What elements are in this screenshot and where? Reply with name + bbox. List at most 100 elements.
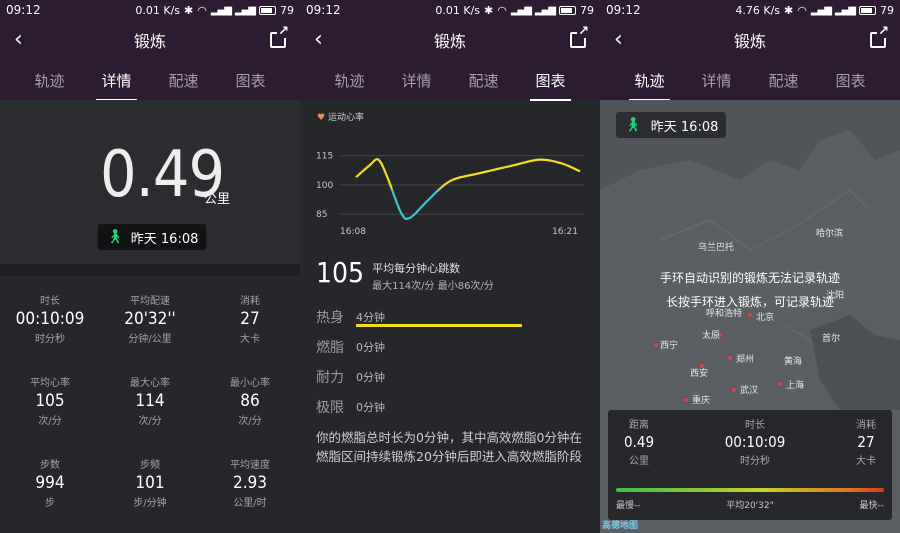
panel-stat-value: 00:10:09: [724, 433, 786, 451]
tab-track[interactable]: 轨迹: [32, 66, 66, 95]
tab-details[interactable]: 详情: [96, 66, 137, 101]
speed-slowest: 最慢--: [616, 501, 641, 511]
city-dot: [684, 398, 688, 402]
battery-icon: [559, 5, 576, 15]
status-time: 09:12: [6, 3, 41, 17]
share-icon[interactable]: [570, 25, 590, 48]
stat-label: 步频: [140, 460, 160, 471]
message-line-1: 手环自动识别的锻炼无法记录轨迹: [659, 271, 840, 285]
stat-value: 101: [135, 473, 165, 493]
zone-name: 耐力: [316, 370, 344, 386]
stat-label: 平均配速: [130, 296, 170, 307]
x-tick-label: 16:08: [340, 227, 366, 237]
stat-unit: 时分秒: [35, 334, 65, 345]
zone-fatburn: 燃脂 0分钟: [316, 332, 385, 362]
back-chevron-left-icon[interactable]: ‹: [614, 29, 638, 51]
battery-icon: [859, 5, 876, 15]
tab-bar: 轨迹 详情 配速 图表: [0, 60, 300, 101]
x-tick-label: 16:21: [552, 227, 578, 237]
signal-icon-2: ▂▄▆: [234, 4, 256, 16]
zone-limit: 极限 0分钟: [316, 392, 385, 422]
tab-bar: 轨迹 详情 配速 图表: [300, 60, 600, 101]
share-icon[interactable]: [870, 25, 890, 48]
zone-warmup: 热身 4分钟: [316, 302, 522, 332]
city-label: 黄海: [784, 357, 803, 367]
tab-details[interactable]: 详情: [699, 66, 733, 95]
stat-label: 平均速度: [230, 460, 270, 471]
panel-stat-unit: 公里: [629, 456, 650, 467]
map-view[interactable]: 🚶︎ 昨天 16:08 乌兰巴托 哈尔滨 呼和浩特 北京 沈阳 太原 首尔 西宁…: [600, 100, 900, 533]
nav-bar: ‹ 锻炼: [600, 20, 900, 60]
bluetooth-icon: ✱: [784, 3, 794, 17]
stat-value: 00:10:09: [15, 309, 85, 329]
signal-icon: ▂▄▆: [510, 4, 532, 16]
stat-max-hr: 最大心率 114 次/分: [100, 364, 200, 446]
hr-chart-title-text: 运动心率: [327, 113, 364, 123]
walking-icon: 🚶︎: [624, 117, 642, 133]
status-bar: 09:12 4.76 K/s ✱ ◠ ▂▄▆ ▂▄▆ 79: [600, 0, 900, 20]
header: 09:12 0.01 K/s ✱ ◠ ▂▄▆ ▂▄▆ 79 ‹ 锻炼 轨迹 详情: [300, 0, 600, 101]
city-label: 武汉: [740, 386, 759, 396]
fat-burn-note: 你的燃脂总时长为0分钟，其中高效燃脂0分钟在燃脂区间持续锻炼20分钟后即进入高效…: [316, 430, 582, 464]
city-label: 太原: [702, 331, 721, 341]
stat-unit: 分钟/公里: [128, 334, 172, 345]
stat-value: 105: [35, 391, 65, 411]
back-chevron-left-icon[interactable]: ‹: [314, 29, 338, 51]
header: 09:12 0.01 K/s ✱ ◠ ▂▄▆ ▂▄▆ 79 ‹ 锻炼 轨迹 详情: [0, 0, 300, 101]
message-line-2: 长按手环进入锻炼，可记录轨迹: [665, 295, 834, 309]
net-speed: 0.01 K/s: [135, 3, 181, 17]
panel-stat-unit: 时分秒: [740, 456, 771, 467]
stat-unit: 步/分钟: [133, 498, 167, 509]
tab-chart[interactable]: 图表: [530, 66, 571, 101]
stat-label: 步数: [40, 460, 60, 471]
tab-track[interactable]: 轨迹: [629, 66, 670, 101]
avg-hr-text: 平均每分钟心跳数 最大114次/分 最小86次/分: [372, 260, 494, 292]
tab-chart[interactable]: 图表: [833, 66, 867, 95]
tab-pace[interactable]: 配速: [166, 66, 200, 95]
bluetooth-icon: ✱: [484, 3, 494, 17]
heart-rate-chart: 115 100 85 16:08 16:21: [316, 152, 584, 237]
walking-icon: 🚶︎: [106, 229, 124, 245]
divider: [0, 264, 300, 276]
stat-label: 最大心率: [130, 378, 170, 389]
tab-pace[interactable]: 配速: [466, 66, 500, 95]
zone-value: 0分钟: [356, 371, 385, 384]
stat-unit: 次/分: [138, 416, 162, 427]
y-tick-label: 100: [316, 181, 333, 191]
zone-value: 0分钟: [356, 401, 385, 414]
header: 09:12 4.76 K/s ✱ ◠ ▂▄▆ ▂▄▆ 79 ‹ 锻炼 轨迹 详情: [600, 0, 900, 101]
track-screen: 09:12 4.76 K/s ✱ ◠ ▂▄▆ ▂▄▆ 79 ‹ 锻炼 轨迹 详情: [600, 0, 900, 533]
stat-cadence: 步频 101 步/分钟: [100, 446, 200, 528]
wifi-icon: ◠: [197, 3, 207, 17]
bluetooth-icon: ✱: [184, 3, 194, 17]
summary-panel: 距离 0.49 公里 时长 00:10:09 时分秒 消耗 27 大卡 最慢--…: [608, 410, 892, 520]
tab-track[interactable]: 轨迹: [332, 66, 366, 95]
tab-bar: 轨迹 详情 配速 图表: [600, 60, 900, 101]
stat-min-hr: 最小心率 86 次/分: [200, 364, 300, 446]
stat-label: 平均心率: [30, 378, 70, 389]
zone-name: 极限: [316, 400, 344, 416]
chart-screen: 09:12 0.01 K/s ✱ ◠ ▂▄▆ ▂▄▆ 79 ‹ 锻炼 轨迹 详情: [300, 0, 600, 533]
net-speed: 0.01 K/s: [435, 3, 481, 17]
back-chevron-left-icon[interactable]: ‹: [14, 29, 38, 51]
stat-calories: 消耗 27 大卡: [200, 282, 300, 364]
tab-chart[interactable]: 图表: [233, 66, 267, 95]
stat-unit: 次/分: [238, 416, 262, 427]
page-title: 锻炼: [733, 32, 766, 51]
tab-details[interactable]: 详情: [399, 66, 433, 95]
no-track-message: 手环自动识别的锻炼无法记录轨迹 长按手环进入锻炼，可记录轨迹: [600, 266, 900, 314]
city-dot: [778, 382, 782, 386]
tab-pace[interactable]: 配速: [766, 66, 800, 95]
net-speed: 4.76 K/s: [735, 3, 781, 17]
speed-gradient-bar: [616, 488, 884, 492]
city-label: 上海: [786, 381, 805, 391]
city-dot: [654, 343, 658, 347]
battery-icon: [259, 5, 276, 15]
y-tick-label: 85: [316, 210, 327, 220]
status-bar: 09:12 0.01 K/s ✱ ◠ ▂▄▆ ▂▄▆ 79: [300, 0, 600, 20]
share-icon[interactable]: [270, 25, 290, 48]
stat-value: 20'32'': [124, 309, 176, 329]
status-bar: 09:12 0.01 K/s ✱ ◠ ▂▄▆ ▂▄▆ 79: [0, 0, 300, 20]
city-label: 乌兰巴托: [698, 243, 735, 253]
panel-stat-calories: 消耗 27 大卡: [856, 416, 876, 467]
